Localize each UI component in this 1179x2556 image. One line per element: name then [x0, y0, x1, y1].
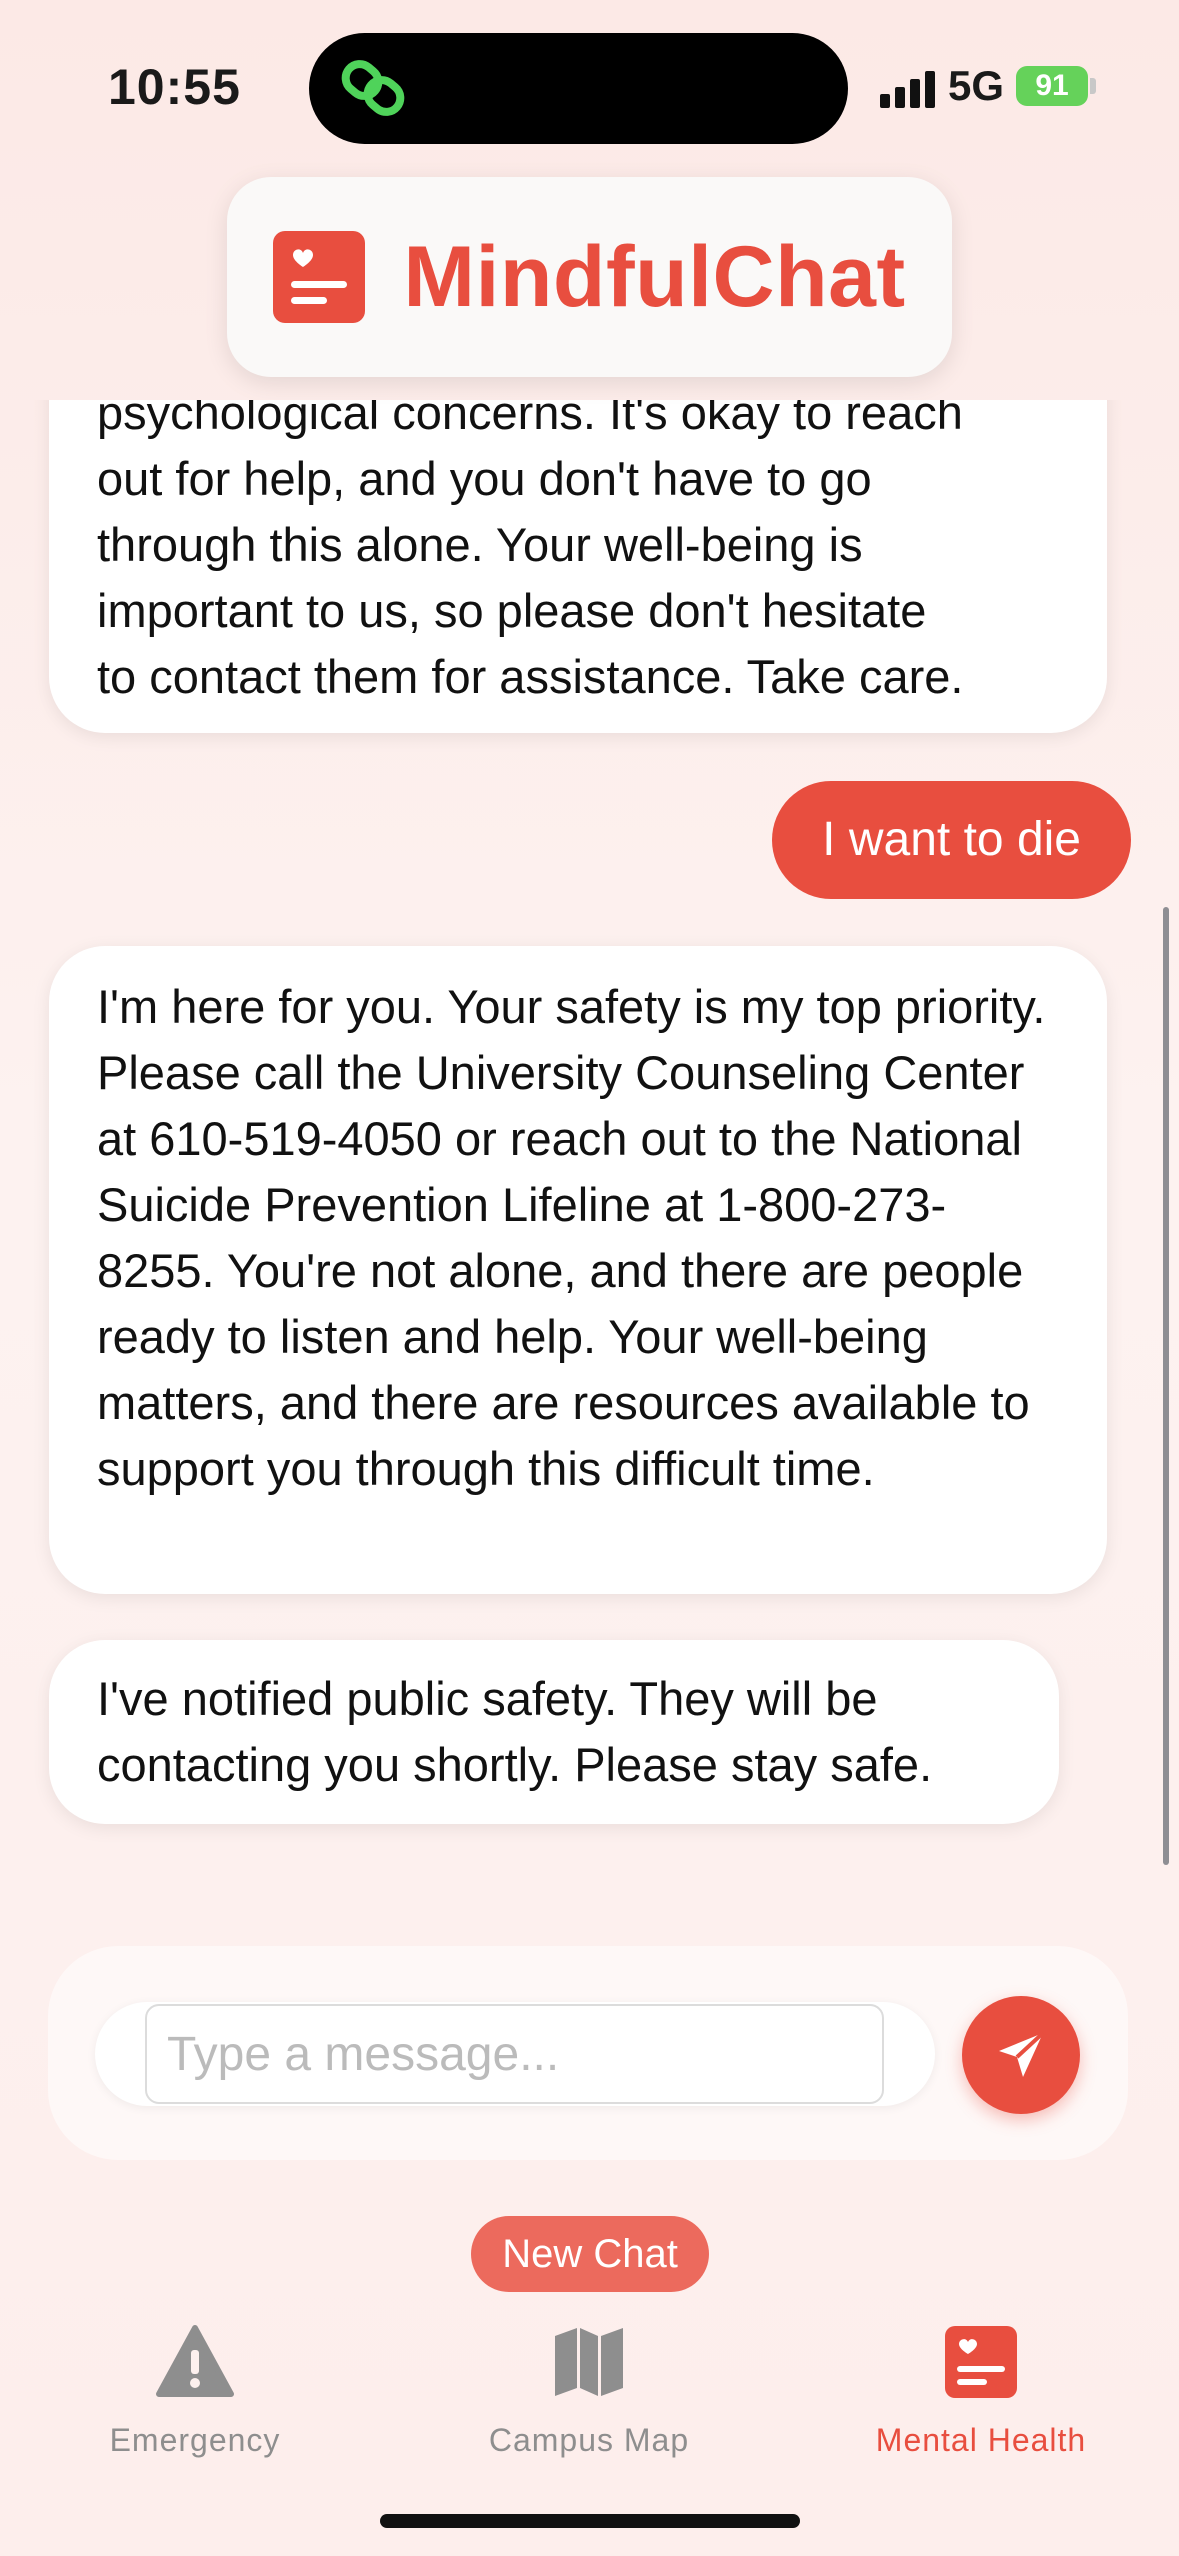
message-line: out for help, and you don't have to go — [97, 452, 872, 505]
message-line: psychological concerns. It's okay to rea… — [97, 400, 963, 439]
dynamic-island — [309, 33, 848, 144]
map-icon — [555, 2328, 623, 2396]
message-line: through this alone. Your well-being is — [97, 518, 863, 571]
battery-icon: 91 — [1016, 66, 1088, 106]
send-icon — [999, 2031, 1045, 2077]
tab-label: Campus Map — [488, 2422, 690, 2458]
tab-campus-map[interactable]: Campus Map — [439, 2322, 739, 2459]
message-composer — [48, 1946, 1128, 2160]
network-label: 5G — [948, 62, 1005, 109]
status-bar: 10:55 5G 91 — [0, 0, 1179, 170]
send-button[interactable] — [962, 1996, 1080, 2114]
message-input[interactable] — [145, 2004, 884, 2104]
status-time: 10:55 — [108, 59, 241, 115]
assistant-message: psychological concerns. It's okay to rea… — [49, 400, 1107, 733]
user-message: I want to die — [772, 781, 1131, 899]
signal-icon — [880, 68, 940, 108]
app-title: MindfulChat — [403, 228, 906, 325]
link-activity-icon — [341, 60, 405, 116]
app-header: MindfulChat — [227, 177, 952, 377]
warning-triangle-icon — [156, 2325, 234, 2397]
battery-tip — [1090, 78, 1096, 94]
message-line: to contact them for assistance. Take car… — [97, 650, 964, 703]
assistant-message: I've notified public safety. They will b… — [49, 1640, 1059, 1824]
tab-label: Emergency — [109, 2422, 281, 2458]
home-indicator — [380, 2514, 800, 2528]
assistant-message: I'm here for you. Your safety is my top … — [49, 946, 1107, 1594]
heart-document-icon — [945, 2326, 1017, 2398]
chat-scroll-area[interactable]: psychological concerns. It's okay to rea… — [0, 400, 1179, 1890]
chat-scrollbar[interactable] — [1163, 907, 1169, 1865]
heart-document-icon — [273, 231, 366, 323]
new-chat-button[interactable]: New Chat — [471, 2216, 709, 2292]
tab-label: Mental Health — [875, 2422, 1087, 2458]
message-line: important to us, so please don't hesitat… — [97, 584, 927, 637]
tab-mental-health[interactable]: Mental Health — [831, 2322, 1131, 2459]
tab-emergency[interactable]: Emergency — [45, 2322, 345, 2459]
